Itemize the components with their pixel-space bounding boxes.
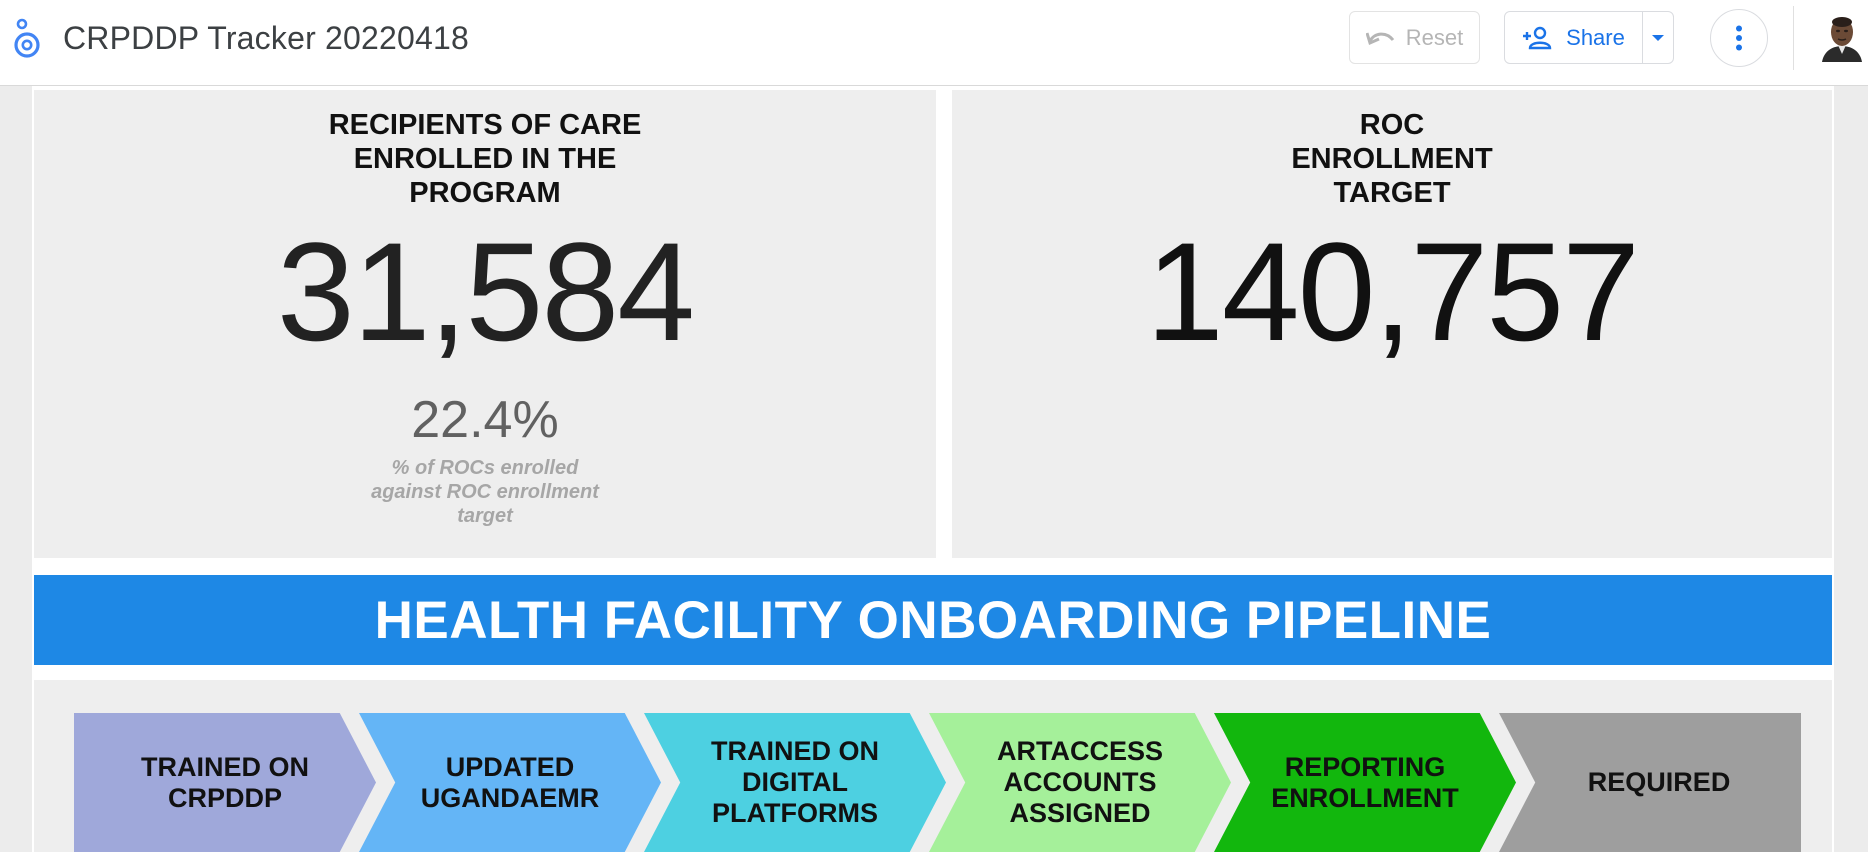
scorecard-target-value: 140,757: [1145, 213, 1640, 370]
pipeline-stage-label: TRAINED ON CRPDDP: [140, 751, 309, 813]
share-label: Share: [1566, 24, 1625, 50]
scorecard-enrolled-note: % of ROCs enrolled against ROC enrollmen…: [371, 457, 599, 527]
scorecard-enrolled[interactable]: RECIPIENTS OF CARE ENROLLED IN THE PROGR…: [34, 90, 936, 558]
top-app-bar: CRPDDP Tracker 20220418 Reset Share: [0, 0, 1868, 86]
pipeline-stage-2: UPDATED UGANDAEMR: [359, 713, 661, 852]
pipeline-stage-label: ARTACCESS ACCOUNTS ASSIGNED: [996, 736, 1163, 828]
pipeline-stage-1: TRAINED ON CRPDDP: [74, 713, 376, 852]
more-vert-icon: [1736, 25, 1742, 51]
pipeline-stage-label: REPORTING ENROLLMENT: [1271, 751, 1459, 813]
pipeline-banner: HEALTH FACILITY ONBOARDING PIPELINE: [34, 575, 1832, 665]
pipeline-stage-label: TRAINED ON DIGITAL PLATFORMS: [710, 736, 879, 828]
scorecard-target-heading: ROC ENROLLMENT TARGET: [1291, 109, 1493, 209]
more-options-button[interactable]: [1710, 9, 1768, 67]
pipeline-stage-4: ARTACCESS ACCOUNTS ASSIGNED: [929, 713, 1231, 852]
scorecard-enrolled-percent: 22.4%: [411, 391, 559, 449]
scorecard-target[interactable]: ROC ENROLLMENT TARGET 140,757: [952, 90, 1832, 558]
share-dropdown-button[interactable]: [1643, 34, 1673, 42]
scorecard-enrolled-value: 31,584: [276, 213, 695, 370]
scorecard-enrolled-heading: RECIPIENTS OF CARE ENROLLED IN THE PROGR…: [328, 109, 642, 209]
caret-down-icon: [1652, 34, 1664, 41]
reset-label: Reset: [1405, 24, 1464, 50]
share-button-group: Share: [1504, 11, 1674, 64]
undo-icon: [1365, 32, 1394, 45]
report-title[interactable]: CRPDDP Tracker 20220418: [63, 20, 469, 57]
share-button[interactable]: Share: [1505, 12, 1643, 63]
pipeline-stage-label: REQUIRED: [1587, 767, 1731, 797]
pipeline-stage-label: UPDATED UGANDAEMR: [420, 751, 600, 813]
pipeline-stage-6: REQUIRED: [1499, 713, 1801, 852]
person-add-icon: [1523, 26, 1552, 49]
looker-studio-logo-icon[interactable]: [10, 18, 44, 62]
reset-button[interactable]: Reset: [1349, 11, 1480, 64]
pipeline-stage-5: REPORTING ENROLLMENT: [1214, 713, 1516, 852]
pipeline-stage-3: TRAINED ON DIGITAL PLATFORMS: [644, 713, 946, 852]
toolbar-divider: [1793, 6, 1794, 70]
user-avatar[interactable]: [1820, 14, 1864, 62]
